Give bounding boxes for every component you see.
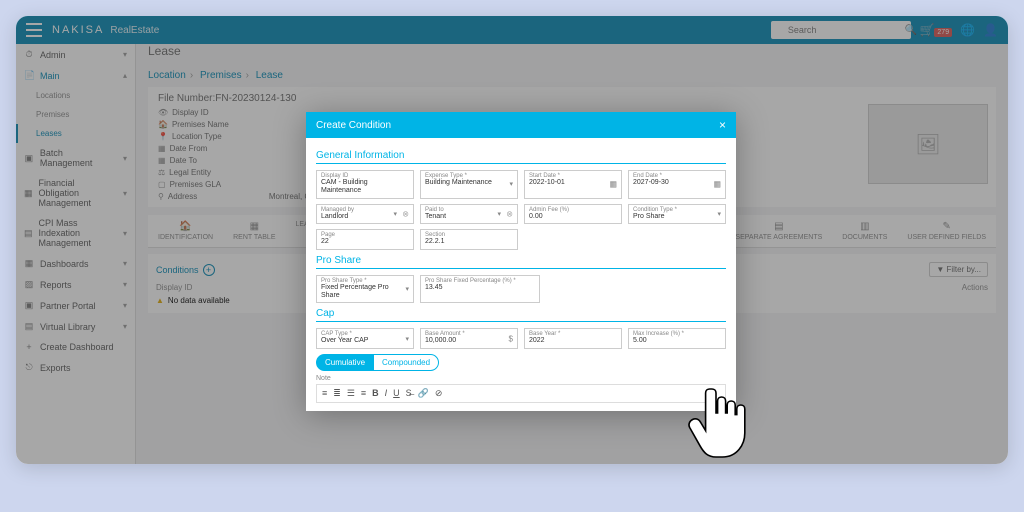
chevron-down-icon: ▾ bbox=[717, 210, 721, 218]
bold-icon[interactable]: B bbox=[372, 388, 379, 399]
section-field[interactable]: Section22.2.1 bbox=[420, 229, 518, 249]
chevron-down-icon: ▾ bbox=[405, 285, 409, 293]
unlink-icon[interactable]: ⊘ bbox=[435, 388, 443, 399]
start-date-field[interactable]: Start Date *2022-10-01▦ bbox=[524, 170, 622, 199]
chevron-down-icon: ▾ bbox=[393, 210, 397, 218]
expense-type-field[interactable]: Expense Type *Building Maintenance▾ bbox=[420, 170, 518, 199]
chevron-down-icon: ▾ bbox=[509, 180, 513, 188]
underline-icon[interactable]: U bbox=[393, 388, 400, 399]
calendar-icon[interactable]: ▦ bbox=[609, 180, 617, 189]
base-amount-field[interactable]: Base Amount *10,000.00$ bbox=[420, 328, 518, 348]
chevron-down-icon: ▾ bbox=[497, 210, 501, 218]
cap-mode-toggle[interactable]: Cumulative Compounded bbox=[316, 354, 726, 371]
chevron-down-icon: ▾ bbox=[405, 335, 409, 343]
proshare-pct-field[interactable]: Pro Share Fixed Percentage (%) *13.45 bbox=[420, 275, 540, 304]
section-general: General Information bbox=[316, 150, 726, 164]
base-year-field[interactable]: Base Year *2022 bbox=[524, 328, 622, 348]
toggle-compounded[interactable]: Compounded bbox=[374, 354, 439, 371]
proshare-type-field[interactable]: Pro Share Type *Fixed Percentage Pro Sha… bbox=[316, 275, 414, 304]
align-justify-icon[interactable]: ≡ bbox=[361, 388, 366, 399]
condition-type-field[interactable]: Condition Type *Pro Share▾ bbox=[628, 204, 726, 224]
align-right-icon[interactable]: ☰ bbox=[347, 388, 355, 399]
max-increase-field[interactable]: Max Increase (%) *5.00 bbox=[628, 328, 726, 348]
italic-icon[interactable]: I bbox=[385, 388, 388, 399]
managed-by-field[interactable]: Managed byLandlord⊗▾ bbox=[316, 204, 414, 224]
display-id-field[interactable]: Display IDCAM - Building Maintenance bbox=[316, 170, 414, 199]
strike-icon[interactable]: S̶ bbox=[406, 388, 412, 399]
link-icon[interactable]: 🔗 bbox=[418, 388, 429, 399]
page-field[interactable]: Page22 bbox=[316, 229, 414, 249]
clear-icon[interactable]: ⊗ bbox=[506, 209, 513, 218]
admin-fee-field[interactable]: Admin Fee (%)0.00 bbox=[524, 204, 622, 224]
align-left-icon[interactable]: ≡ bbox=[322, 388, 327, 399]
section-proshare: Pro Share bbox=[316, 255, 726, 269]
clear-icon[interactable]: ⊗ bbox=[402, 209, 409, 218]
align-center-icon[interactable]: ≣ bbox=[333, 388, 341, 399]
close-icon[interactable]: × bbox=[719, 118, 726, 132]
modal-title: Create Condition bbox=[316, 120, 391, 131]
create-condition-modal: Create Condition × General Information D… bbox=[306, 112, 736, 411]
toggle-cumulative[interactable]: Cumulative bbox=[316, 354, 374, 371]
calendar-icon[interactable]: ▦ bbox=[713, 180, 721, 189]
cap-type-field[interactable]: CAP Type *Over Year CAP▾ bbox=[316, 328, 414, 348]
note-label: Note bbox=[316, 375, 726, 382]
section-cap: Cap bbox=[316, 308, 726, 322]
dollar-icon: $ bbox=[509, 334, 513, 343]
paid-to-field[interactable]: Paid toTenant⊗▾ bbox=[420, 204, 518, 224]
end-date-field[interactable]: End Date *2027-09-30▦ bbox=[628, 170, 726, 199]
editor-toolbar: ≡ ≣ ☰ ≡ B I U S̶ 🔗 ⊘ bbox=[316, 384, 726, 403]
